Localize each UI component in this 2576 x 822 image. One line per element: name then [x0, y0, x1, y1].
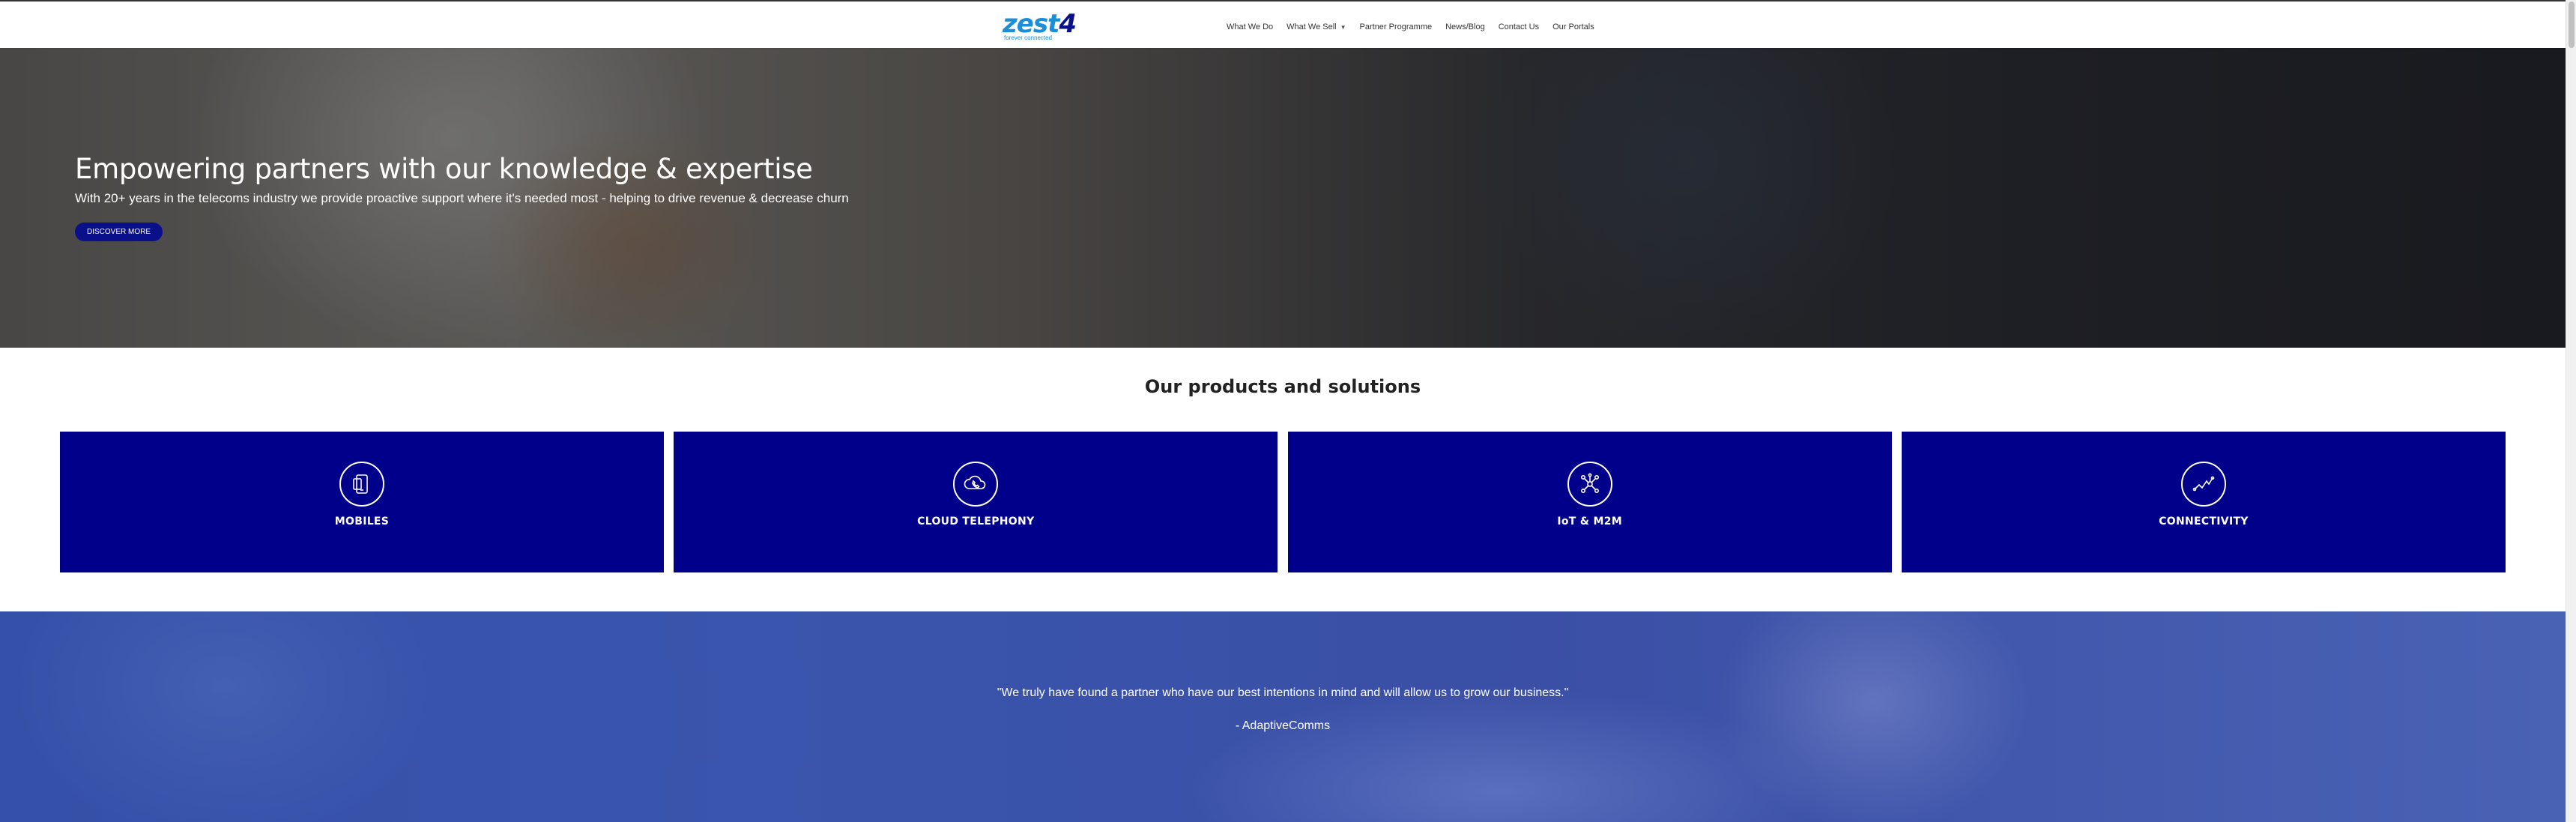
- nav-what-we-sell[interactable]: What We Sell ▼: [1287, 22, 1346, 31]
- scrollbar-thumb[interactable]: [2569, 1, 2575, 48]
- testimonial-author: - AdaptiveComms: [1235, 719, 1331, 732]
- products-title: Our products and solutions: [1144, 376, 1421, 397]
- cloud-telephony-icon: [953, 462, 999, 507]
- product-label: IoT & M2M: [1557, 516, 1622, 528]
- product-label: MOBILES: [334, 516, 390, 528]
- mobile-icon: [339, 462, 384, 507]
- hero-title: Empowering partners with our knowledge &…: [75, 153, 813, 185]
- main-nav: What We Do What We Sell ▼ Partner Program…: [1227, 19, 1608, 34]
- page-scrollbar[interactable]: [2566, 0, 2576, 822]
- iot-network-icon: [1567, 462, 1612, 507]
- chevron-down-icon: ▼: [1340, 23, 1346, 31]
- product-card-mobiles[interactable]: MOBILES: [60, 432, 664, 572]
- product-label: CONNECTIVITY: [2159, 516, 2249, 528]
- nav-contact-us[interactable]: Contact Us: [1499, 22, 1539, 31]
- products-grid: MOBILES CLOUD TELEPHONY IoT & M2M CONNEC…: [60, 432, 2506, 572]
- nav-what-we-do[interactable]: What We Do: [1227, 22, 1273, 31]
- testimonial-quote: "We truly have found a partner who have …: [997, 686, 1569, 699]
- site-header: zest4 forever connected What We Do What …: [0, 0, 2566, 48]
- nav-our-portals[interactable]: Our Portals: [1552, 22, 1594, 31]
- product-card-iot-m2m[interactable]: IoT & M2M: [1287, 432, 1892, 572]
- product-card-connectivity[interactable]: CONNECTIVITY: [1901, 432, 2506, 572]
- zest4-logo[interactable]: zest4 forever connected: [1003, 9, 1077, 42]
- discover-more-button[interactable]: DISCOVER MORE: [75, 223, 163, 241]
- product-label: CLOUD TELEPHONY: [917, 516, 1035, 528]
- nav-news-blog[interactable]: News/Blog: [1445, 22, 1485, 31]
- logo-tagline: forever connected: [1004, 34, 1053, 41]
- nav-partner-programme[interactable]: Partner Programme: [1360, 22, 1433, 31]
- hero-content: Empowering partners with our knowledge &…: [75, 153, 849, 241]
- hero-subtitle: With 20+ years in the telecoms industry …: [75, 191, 849, 205]
- testimonial-section: "We truly have found a partner who have …: [0, 611, 2566, 822]
- connectivity-icon: [2180, 462, 2226, 507]
- product-card-cloud-telephony[interactable]: CLOUD TELEPHONY: [674, 432, 1278, 572]
- hero-banner: Empowering partners with our knowledge &…: [0, 48, 2566, 348]
